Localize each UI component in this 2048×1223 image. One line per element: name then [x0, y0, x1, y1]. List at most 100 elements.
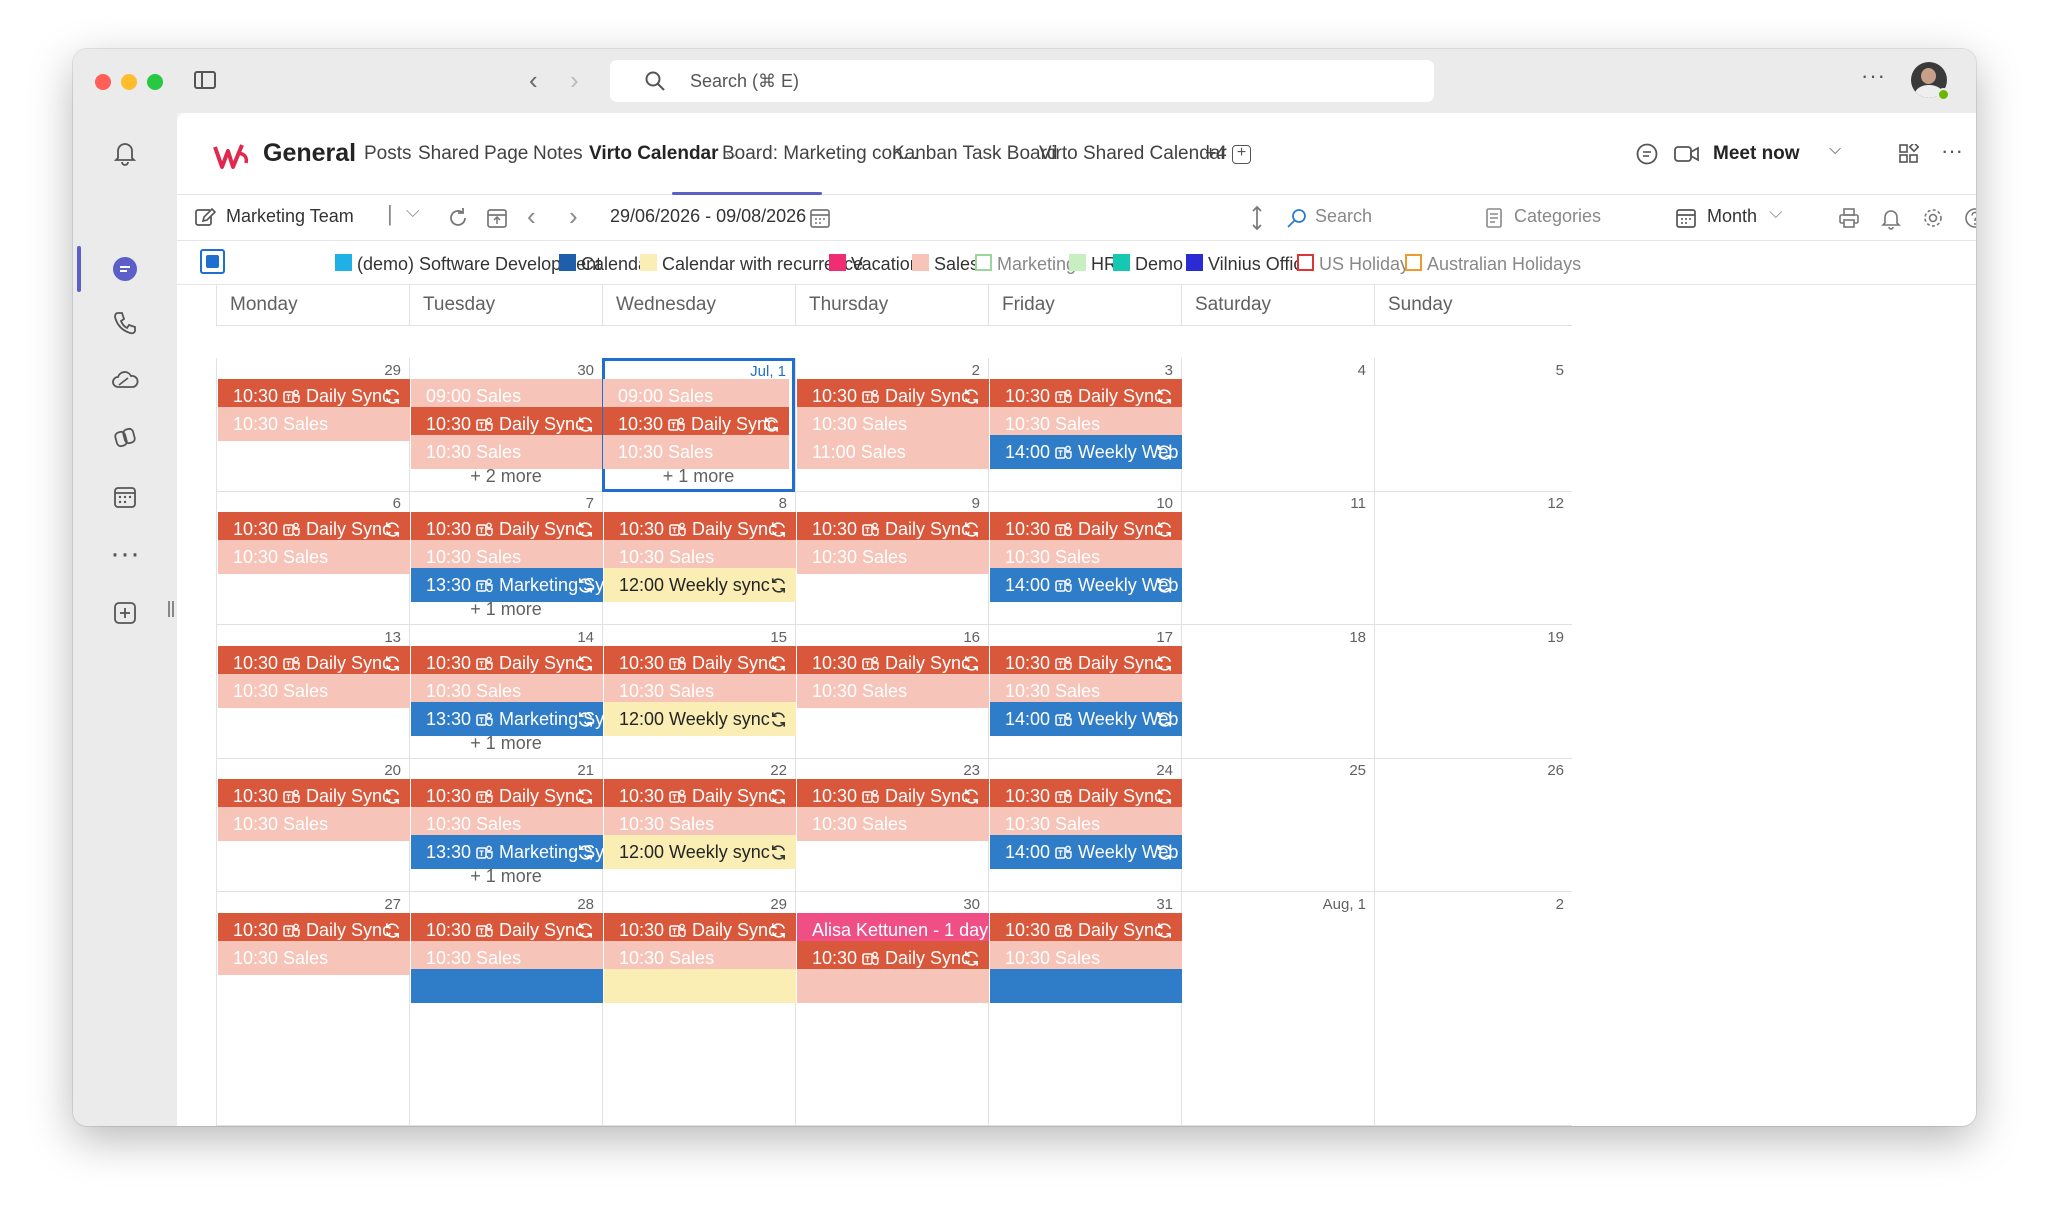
- calendar-event-weekly[interactable]: 12:00 Weekly sync: [604, 568, 796, 602]
- tab-shared[interactable]: Shared: [418, 143, 479, 165]
- day-cell[interactable]: 18: [1181, 625, 1374, 759]
- day-number[interactable]: 2: [1556, 896, 1564, 913]
- more-events-link[interactable]: + 2 more: [410, 466, 602, 487]
- tab-notes[interactable]: Notes: [533, 143, 583, 165]
- day-number[interactable]: 14: [577, 629, 594, 646]
- calendar-event-marketing[interactable]: 13:30Marketing Sync: [411, 568, 603, 602]
- apps-grid-icon[interactable]: [1899, 144, 1919, 164]
- calendar-event-web[interactable]: 14:00Weekly Web Si...: [990, 835, 1182, 869]
- team-selector[interactable]: Marketing Team: [226, 206, 354, 227]
- day-cell[interactable]: 24 10:30 Daily Sync 10:30 Sales 14:00 Weekly …: [988, 758, 1182, 892]
- day-cell[interactable]: 6 10:30 Daily Sync 10:30 Sales: [216, 491, 410, 625]
- day-number[interactable]: 2: [972, 362, 980, 379]
- legend-item[interactable]: Vacation: [851, 254, 920, 275]
- day-number[interactable]: 12: [1547, 495, 1564, 512]
- day-number[interactable]: 7: [586, 495, 594, 512]
- tab-posts[interactable]: Posts: [364, 143, 412, 165]
- onedrive-cloud-icon[interactable]: [103, 358, 147, 402]
- calendar-event-weekly[interactable]: 12:00 Weekly sync: [604, 835, 796, 869]
- day-cell[interactable]: 20 10:30 Daily Sync 10:30 Sales: [216, 758, 410, 892]
- day-number[interactable]: 17: [1156, 629, 1173, 646]
- today-calendar-icon[interactable]: [485, 206, 509, 230]
- calendar-event-sales[interactable]: 10:30 Sales: [218, 941, 410, 975]
- day-cell[interactable]: 15 10:30 Daily Sync 10:30 Sales 12:00 Weekly…: [602, 625, 796, 759]
- day-number[interactable]: 23: [963, 762, 980, 779]
- tab-page[interactable]: Page: [484, 143, 528, 165]
- refresh-icon[interactable]: [446, 206, 470, 230]
- chevron-down-icon[interactable]: ⌵: [1769, 202, 1783, 223]
- day-number[interactable]: 5: [1556, 362, 1564, 379]
- day-number[interactable]: 27: [384, 896, 401, 913]
- meet-now-button[interactable]: Meet now: [1713, 143, 1800, 165]
- expand-vertical-icon[interactable]: [1245, 204, 1269, 232]
- categories-filter[interactable]: Categories: [1514, 206, 1601, 227]
- day-number[interactable]: 29: [384, 362, 401, 379]
- select-all-checkbox[interactable]: [200, 249, 225, 274]
- calendar-event-web[interactable]: 14:00Weekly Web Si...: [990, 568, 1182, 602]
- date-range-input[interactable]: 29/06/2026 - 09/08/2026: [610, 206, 806, 227]
- day-cell[interactable]: 29 10:30 Daily Sync 10:30 Sales: [216, 358, 410, 492]
- calendar-event-sales[interactable]: 10:30 Sales: [218, 807, 410, 841]
- day-number[interactable]: 13: [384, 629, 401, 646]
- legend-item[interactable]: Sales: [934, 254, 979, 275]
- activity-bell-icon[interactable]: [103, 131, 147, 175]
- day-number[interactable]: 20: [384, 762, 401, 779]
- day-number[interactable]: 31: [1156, 896, 1173, 913]
- day-number[interactable]: 29: [770, 896, 787, 913]
- settings-gear-icon[interactable]: [1921, 206, 1945, 230]
- minimize-window-button[interactable]: [121, 74, 137, 90]
- conversation-icon[interactable]: [1635, 142, 1659, 166]
- chat-icon[interactable]: [103, 247, 147, 291]
- more-options-icon[interactable]: ···: [1941, 138, 1963, 164]
- day-number[interactable]: 6: [393, 495, 401, 512]
- calendar-event-sales[interactable]: [797, 969, 989, 1003]
- day-number[interactable]: 26: [1547, 762, 1564, 779]
- tab-virto-shared-calendar[interactable]: Virto Shared Calendar: [1039, 143, 1227, 165]
- day-number[interactable]: 4: [1358, 362, 1366, 379]
- chevron-down-icon[interactable]: ⌵: [406, 201, 420, 222]
- tab-kanban-task-board[interactable]: Kanban Task Board: [892, 143, 1058, 165]
- calendar-event-sales[interactable]: 10:30 Sales: [411, 435, 603, 469]
- day-cell[interactable]: 27 10:30 Daily Sync 10:30 Sales: [216, 892, 410, 1126]
- day-number[interactable]: 10: [1156, 495, 1173, 512]
- day-cell[interactable]: 8 10:30 Daily Sync 10:30 Sales 12:00 Weekly …: [602, 491, 796, 625]
- print-icon[interactable]: [1837, 206, 1861, 230]
- day-number[interactable]: 16: [963, 629, 980, 646]
- day-cell[interactable]: 23 10:30 Daily Sync 10:30 Sales: [795, 758, 989, 892]
- calendar-event-sales[interactable]: 10:30 Sales: [797, 540, 989, 574]
- day-number[interactable]: 3: [1165, 362, 1173, 379]
- day-cell[interactable]: 30 09:00 Sales 10:30 Daily Sync 10:30 Sales +…: [409, 358, 603, 492]
- notification-bell-icon[interactable]: [1879, 206, 1903, 230]
- legend-item[interactable]: Australian Holidays: [1427, 254, 1581, 275]
- day-number[interactable]: 11: [1350, 495, 1366, 512]
- more-apps-icon[interactable]: ···: [103, 532, 147, 576]
- day-cell[interactable]: 21 10:30 Daily Sync 10:30 Sales 13:30 Marketi…: [409, 758, 603, 892]
- calendar-icon[interactable]: [103, 475, 147, 519]
- day-cell[interactable]: 17 10:30 Daily Sync 10:30 Sales 14:00 Weekly …: [988, 625, 1182, 759]
- day-number[interactable]: 30: [577, 362, 594, 379]
- day-cell[interactable]: 13 10:30 Daily Sync 10:30 Sales: [216, 625, 410, 759]
- more-tabs-count[interactable]: +4: [1205, 143, 1227, 165]
- more-events-link[interactable]: + 1 more: [410, 866, 602, 887]
- calendar-event-web[interactable]: 14:00Weekly Web Si...: [990, 435, 1182, 469]
- day-cell[interactable]: 2: [1374, 892, 1572, 1126]
- more-events-link[interactable]: + 1 more: [410, 733, 602, 754]
- calendar-event-web[interactable]: [990, 969, 1182, 1003]
- calendar-event-sales[interactable]: 10:30 Sales: [218, 407, 410, 441]
- maximize-window-button[interactable]: [147, 74, 163, 90]
- calendar-event-marketing[interactable]: 13:30Marketing Sync: [411, 702, 603, 736]
- day-cell[interactable]: 4: [1181, 358, 1374, 492]
- day-cell[interactable]: 12: [1374, 491, 1572, 625]
- day-number[interactable]: Aug, 1: [1323, 896, 1366, 913]
- day-cell[interactable]: 14 10:30 Daily Sync 10:30 Sales 13:30 Marketi…: [409, 625, 603, 759]
- day-number[interactable]: 15: [770, 629, 787, 646]
- legend-item[interactable]: US Holidays: [1319, 254, 1418, 275]
- copilot-icon[interactable]: [103, 416, 147, 460]
- calendar-event-sales[interactable]: 10:30 Sales: [218, 540, 410, 574]
- calendar-search-input[interactable]: Search: [1315, 206, 1372, 227]
- more-options-icon[interactable]: ···: [1861, 63, 1886, 89]
- panel-splitter-handle[interactable]: [168, 601, 174, 617]
- day-number[interactable]: 30: [963, 896, 980, 913]
- more-events-link[interactable]: + 1 more: [605, 466, 792, 487]
- day-number[interactable]: 21: [577, 762, 594, 779]
